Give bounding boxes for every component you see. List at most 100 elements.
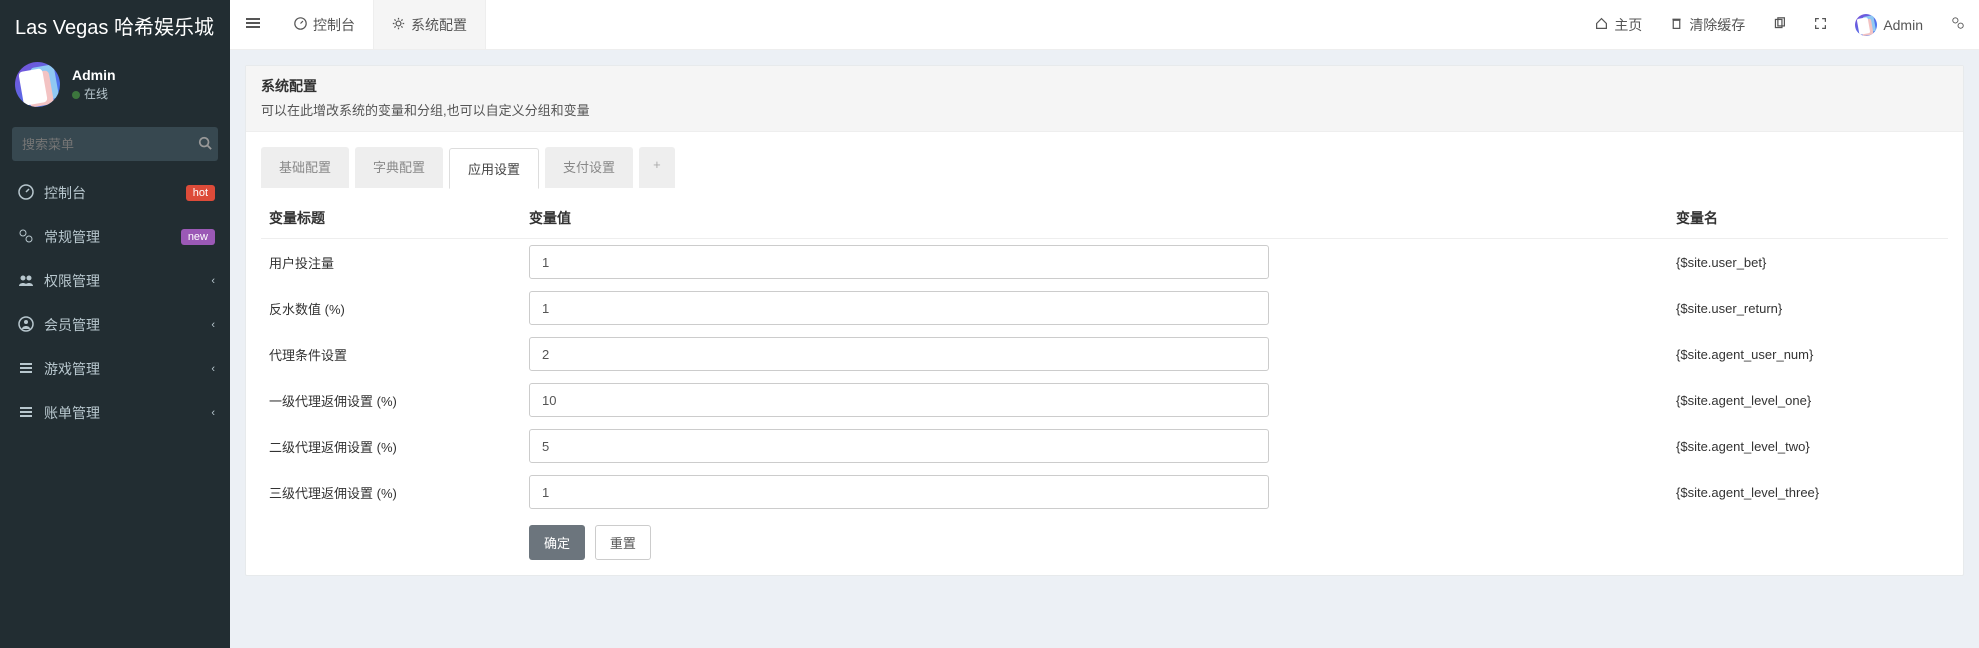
cogs-icon — [1951, 16, 1965, 33]
search-box[interactable] — [12, 127, 218, 161]
sidebar-item-member[interactable]: 会员管理 ‹ — [0, 303, 230, 347]
nav-clear-cache[interactable]: 清除缓存 — [1656, 0, 1759, 49]
dashboard-icon — [294, 17, 307, 33]
user-status-text: 在线 — [84, 87, 108, 101]
row-title: 三级代理返佣设置 (%) — [261, 469, 521, 515]
table-row: 用户投注量 {$site.user_bet} — [261, 239, 1948, 286]
panel-title: 系统配置 — [261, 76, 1948, 96]
home-icon — [1595, 17, 1608, 33]
row-title: 一级代理返佣设置 (%) — [261, 377, 521, 423]
nav-clear-cache-label: 清除缓存 — [1689, 15, 1745, 35]
copy-icon — [1773, 17, 1786, 33]
top-tab-label: 控制台 — [313, 15, 355, 35]
nav-fullscreen[interactable] — [1800, 0, 1841, 49]
row-var-name: {$site.agent_level_two} — [1668, 423, 1948, 469]
table-row: 一级代理返佣设置 (%) {$site.agent_level_one} — [261, 377, 1948, 423]
table-row: 三级代理返佣设置 (%) {$site.agent_level_three} — [261, 469, 1948, 515]
row-var-name: {$site.agent_level_three} — [1668, 469, 1948, 515]
sidebar-item-label: 账单管理 — [44, 403, 201, 423]
panel-description: 可以在此增改系统的变量和分组,也可以自定义分组和变量 — [261, 100, 1948, 119]
top-tab-dashboard[interactable]: 控制台 — [276, 0, 374, 49]
plus-icon: + — [653, 157, 661, 172]
row-value-input[interactable] — [529, 245, 1269, 279]
row-value-input[interactable] — [529, 291, 1269, 325]
sidebar-item-bill[interactable]: 账单管理 ‹ — [0, 391, 230, 435]
top-navbar: 控制台 系统配置 主页 清除缓存 — [230, 0, 1979, 50]
row-title: 用户投注量 — [261, 239, 521, 286]
inner-tabs: 基础配置 字典配置 应用设置 支付设置 + — [261, 147, 1948, 188]
row-value-input[interactable] — [529, 429, 1269, 463]
sidebar-item-game[interactable]: 游戏管理 ‹ — [0, 347, 230, 391]
inner-tab-dict[interactable]: 字典配置 — [355, 147, 443, 188]
sidebar-item-label: 常规管理 — [44, 227, 171, 247]
row-title: 代理条件设置 — [261, 331, 521, 377]
nav-settings[interactable] — [1937, 0, 1979, 49]
search-icon[interactable] — [198, 136, 212, 153]
sidebar-item-permission[interactable]: 权限管理 ‹ — [0, 259, 230, 303]
sidebar-item-label: 权限管理 — [44, 271, 201, 291]
list-icon — [18, 360, 34, 379]
user-panel: Admin 在线 — [0, 50, 230, 117]
nav-user[interactable]: Admin — [1841, 0, 1937, 49]
config-panel: 系统配置 可以在此增改系统的变量和分组,也可以自定义分组和变量 基础配置 字典配… — [245, 65, 1964, 576]
col-name: 变量名 — [1668, 198, 1948, 239]
chevron-left-icon: ‹ — [211, 319, 215, 331]
status-dot-icon — [72, 91, 80, 99]
row-var-name: {$site.agent_level_one} — [1668, 377, 1948, 423]
submit-button[interactable]: 确定 — [529, 525, 585, 560]
avatar — [1855, 14, 1877, 36]
row-value-input[interactable] — [529, 337, 1269, 371]
table-row: 反水数值 (%) {$site.user_return} — [261, 285, 1948, 331]
config-table: 变量标题 变量值 变量名 用户投注量 {$site.user_bet} — [261, 198, 1948, 515]
top-tab-label: 系统配置 — [411, 15, 467, 35]
badge-new: new — [181, 229, 215, 245]
sidebar: Las Vegas 哈希娱乐城 Admin 在线 控制台 ho — [0, 0, 230, 648]
row-value-input[interactable] — [529, 475, 1269, 509]
avatar[interactable] — [15, 62, 60, 107]
brand-logo[interactable]: Las Vegas 哈希娱乐城 — [0, 0, 230, 50]
row-var-name: {$site.user_return} — [1668, 285, 1948, 331]
sidebar-item-label: 控制台 — [44, 183, 176, 203]
fullscreen-icon — [1814, 17, 1827, 33]
sidebar-item-dashboard[interactable]: 控制台 hot — [0, 171, 230, 215]
inner-tab-app[interactable]: 应用设置 — [449, 148, 539, 189]
list-icon — [18, 404, 34, 423]
top-tab-system-config[interactable]: 系统配置 — [374, 0, 486, 49]
chevron-left-icon: ‹ — [211, 275, 215, 287]
nav-home-label: 主页 — [1614, 15, 1642, 35]
sidebar-menu: 控制台 hot 常规管理 new 权限管理 ‹ 会员管理 ‹ 游戏管理 — [0, 171, 230, 435]
row-value-input[interactable] — [529, 383, 1269, 417]
cogs-icon — [18, 228, 34, 247]
sidebar-item-general[interactable]: 常规管理 new — [0, 215, 230, 259]
main: 控制台 系统配置 主页 清除缓存 — [230, 0, 1979, 648]
sidebar-item-label: 会员管理 — [44, 315, 201, 335]
chevron-left-icon: ‹ — [211, 407, 215, 419]
user-status: 在线 — [72, 85, 116, 102]
search-input[interactable] — [22, 137, 198, 152]
row-title: 反水数值 (%) — [261, 285, 521, 331]
col-value: 变量值 — [521, 198, 1668, 239]
reset-button[interactable]: 重置 — [595, 525, 651, 560]
sidebar-toggle-button[interactable] — [230, 16, 276, 33]
inner-tab-basic[interactable]: 基础配置 — [261, 147, 349, 188]
sidebar-item-label: 游戏管理 — [44, 359, 201, 379]
nav-copy[interactable] — [1759, 0, 1800, 49]
col-title: 变量标题 — [261, 198, 521, 239]
table-row: 二级代理返佣设置 (%) {$site.agent_level_two} — [261, 423, 1948, 469]
gear-icon — [392, 17, 405, 33]
trash-icon — [1670, 17, 1683, 33]
row-var-name: {$site.agent_user_num} — [1668, 331, 1948, 377]
user-circle-icon — [18, 316, 34, 335]
group-icon — [18, 272, 34, 291]
nav-home[interactable]: 主页 — [1581, 0, 1656, 49]
dashboard-icon — [18, 184, 34, 203]
user-name: Admin — [72, 67, 116, 83]
table-row: 代理条件设置 {$site.agent_user_num} — [261, 331, 1948, 377]
chevron-left-icon: ‹ — [211, 363, 215, 375]
inner-tab-add[interactable]: + — [639, 147, 675, 188]
badge-hot: hot — [186, 185, 215, 201]
nav-user-label: Admin — [1883, 17, 1923, 33]
inner-tab-pay[interactable]: 支付设置 — [545, 147, 633, 188]
row-title: 二级代理返佣设置 (%) — [261, 423, 521, 469]
row-var-name: {$site.user_bet} — [1668, 239, 1948, 286]
